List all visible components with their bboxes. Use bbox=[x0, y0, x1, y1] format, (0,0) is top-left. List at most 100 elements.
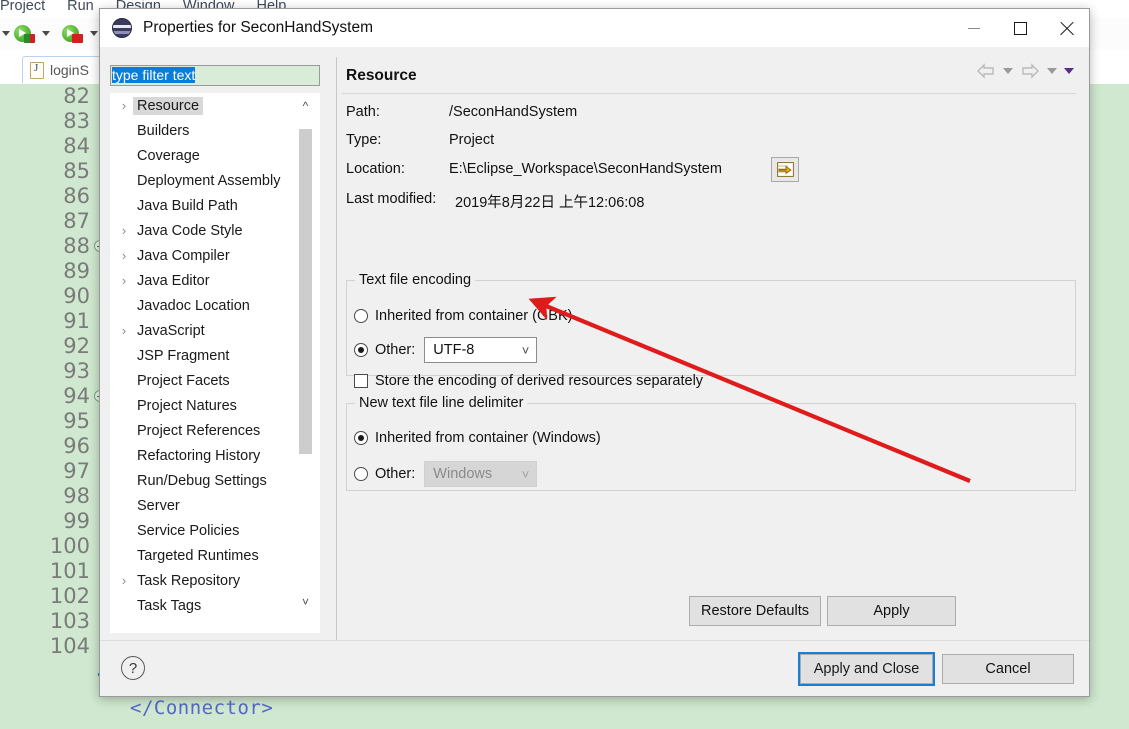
line-number: 98 bbox=[63, 484, 90, 508]
tree-item-label: Java Build Path bbox=[137, 197, 238, 214]
menu-item-run[interactable]: Run bbox=[67, 0, 94, 14]
tree-item-project-references[interactable]: Project References bbox=[111, 418, 320, 443]
line-number: 95 bbox=[63, 409, 90, 433]
search-input[interactable]: type filter text bbox=[110, 65, 320, 86]
tree-item-label: Deployment Assembly bbox=[137, 172, 281, 189]
field-label-type: Type: bbox=[346, 132, 382, 148]
tree-item-project-natures[interactable]: Project Natures bbox=[111, 393, 320, 418]
field-value-type: Project bbox=[449, 132, 495, 148]
apply-and-close-button[interactable]: Apply and Close bbox=[798, 652, 935, 686]
toolbar-caret-icon-2[interactable] bbox=[90, 31, 98, 36]
line-number: 101 bbox=[49, 559, 90, 583]
tree-item-builders[interactable]: Builders bbox=[111, 118, 320, 143]
encoding-inherited-radio[interactable]: Inherited from container (GBK) bbox=[354, 308, 572, 324]
tree-item-task-tags[interactable]: Task Tags bbox=[111, 593, 320, 618]
line-number: 99 bbox=[63, 509, 90, 533]
line-number: 86 bbox=[63, 184, 90, 208]
run-badge-icon bbox=[72, 34, 83, 43]
scroll-thumb[interactable] bbox=[299, 129, 312, 454]
delimiter-other-label: Other: bbox=[375, 466, 416, 482]
forward-dropdown-icon[interactable] bbox=[1047, 68, 1057, 74]
editor-left-strip bbox=[0, 84, 20, 729]
help-icon[interactable]: ? bbox=[121, 656, 145, 680]
line-number: 97 bbox=[63, 459, 90, 483]
store-derived-checkbox[interactable]: Store the encoding of derived resources … bbox=[354, 373, 703, 389]
editor-tab-label: loginS bbox=[50, 62, 89, 78]
apply-button[interactable]: Apply bbox=[827, 596, 956, 626]
line-number: 83 bbox=[63, 109, 90, 133]
back-arrow-icon[interactable] bbox=[976, 63, 996, 79]
checkbox-icon bbox=[354, 374, 368, 388]
menu-item-project[interactable]: Project bbox=[0, 0, 45, 14]
chevron-right-icon[interactable]: › bbox=[115, 98, 133, 113]
tree-item-javascript[interactable]: › JavaScript bbox=[111, 318, 320, 343]
delimiter-inherited-radio[interactable]: Inherited from container (Windows) bbox=[354, 430, 601, 446]
settings-tree[interactable]: › Resource Builders Coverage Deployment Asse… bbox=[110, 93, 320, 633]
properties-dialog: Properties for SeconHandSystem type filt… bbox=[99, 8, 1090, 697]
chevron-right-icon[interactable]: › bbox=[115, 273, 133, 288]
tree-item-targeted-runtimes[interactable]: Targeted Runtimes bbox=[111, 543, 320, 568]
tree-item-run-debug-settings[interactable]: Run/Debug Settings bbox=[111, 468, 320, 493]
minimize-icon[interactable] bbox=[951, 9, 997, 47]
scroll-down-icon[interactable]: ˅ bbox=[299, 593, 312, 611]
java-file-icon bbox=[30, 61, 44, 79]
tree-item-server[interactable]: Server bbox=[111, 493, 320, 518]
close-icon[interactable] bbox=[1043, 9, 1089, 47]
dialog-body: type filter text › Resource Builders Covera… bbox=[100, 47, 1089, 669]
forward-arrow-icon[interactable] bbox=[1020, 63, 1040, 79]
encoding-combo[interactable]: UTF-8 ˅ bbox=[424, 337, 538, 363]
chevron-right-icon[interactable]: › bbox=[115, 248, 133, 263]
maximize-icon[interactable] bbox=[997, 9, 1043, 47]
tree-item-label: Task Repository bbox=[137, 572, 241, 589]
tree-item-java-compiler[interactable]: › Java Compiler bbox=[111, 243, 320, 268]
tree-item-project-facets[interactable]: Project Facets bbox=[111, 368, 320, 393]
tree-item-label: Targeted Runtimes bbox=[137, 547, 259, 564]
delimiter-combo-value: Windows bbox=[433, 466, 493, 482]
tree-item-javadoc-location[interactable]: Javadoc Location bbox=[111, 293, 320, 318]
line-number: 103 bbox=[49, 609, 90, 633]
tree-item-coverage[interactable]: Coverage bbox=[111, 143, 320, 168]
line-number: 87 bbox=[63, 209, 90, 233]
resource-panel: Resource Path: /SeconHandSystem Type: Pr… bbox=[336, 57, 1080, 669]
delimiter-group-legend: New text file line delimiter bbox=[359, 395, 524, 411]
tree-item-java-code-style[interactable]: › Java Code Style bbox=[111, 218, 320, 243]
chevron-right-icon[interactable]: › bbox=[115, 323, 133, 338]
tree-item-java-build-path[interactable]: Java Build Path bbox=[111, 193, 320, 218]
chevron-right-icon[interactable]: › bbox=[115, 223, 133, 238]
editor-tab-logins[interactable]: loginS bbox=[22, 56, 106, 83]
tree-vertical-scrollbar[interactable]: ^ ˅ bbox=[296, 93, 314, 633]
radio-selected-icon bbox=[354, 431, 368, 445]
chevron-right-icon[interactable]: › bbox=[115, 573, 133, 588]
tree-item-service-policies[interactable]: Service Policies bbox=[111, 518, 320, 543]
toolbar-caret-icon-1[interactable] bbox=[42, 31, 50, 36]
field-value-path: /SeconHandSystem bbox=[449, 104, 578, 120]
search-input-value: type filter text bbox=[112, 67, 196, 83]
encoding-other-radio[interactable]: Other: UTF-8 ˅ bbox=[354, 337, 538, 363]
eclipse-icon bbox=[112, 18, 132, 38]
view-menu-icon[interactable] bbox=[1064, 68, 1074, 74]
tree-item-label: JavaScript bbox=[137, 322, 205, 339]
back-dropdown-icon[interactable] bbox=[1003, 68, 1013, 74]
open-folder-icon[interactable] bbox=[771, 157, 799, 182]
editor-line-numbers: 82 83 84 85 86 87 88 89 90 91 92 93 94 95 96 97 98 99 100 1… bbox=[20, 84, 106, 729]
tree-item-refactoring-history[interactable]: Refactoring History bbox=[111, 443, 320, 468]
chevron-down-icon: ˅ bbox=[521, 466, 530, 482]
tree-item-label: Run/Debug Settings bbox=[137, 472, 267, 489]
restore-defaults-button[interactable]: Restore Defaults bbox=[689, 596, 821, 626]
field-label-last-modified: Last modified: bbox=[346, 191, 437, 207]
delimiter-other-radio[interactable]: Other: Windows ˅ bbox=[354, 461, 538, 487]
toolbar-caret-icon-0[interactable] bbox=[2, 31, 10, 36]
scroll-up-icon[interactable]: ^ bbox=[299, 97, 312, 115]
cancel-button[interactable]: Cancel bbox=[942, 654, 1074, 684]
tree-item-resource[interactable]: › Resource bbox=[111, 93, 320, 118]
tree-item-label: Java Compiler bbox=[137, 247, 230, 264]
tree-item-jsp-fragment[interactable]: JSP Fragment bbox=[111, 343, 320, 368]
tree-item-label: Project Natures bbox=[137, 397, 237, 414]
dialog-title-bar[interactable]: Properties for SeconHandSystem bbox=[100, 9, 1089, 47]
tree-item-task-repository[interactable]: › Task Repository bbox=[111, 568, 320, 593]
debug-badge-green-icon bbox=[24, 34, 30, 43]
tree-item-label: Javadoc Location bbox=[137, 297, 250, 314]
tree-item-deployment-assembly[interactable]: Deployment Assembly bbox=[111, 168, 320, 193]
tree-item-label: Resource bbox=[133, 96, 204, 115]
tree-item-java-editor[interactable]: › Java Editor bbox=[111, 268, 320, 293]
